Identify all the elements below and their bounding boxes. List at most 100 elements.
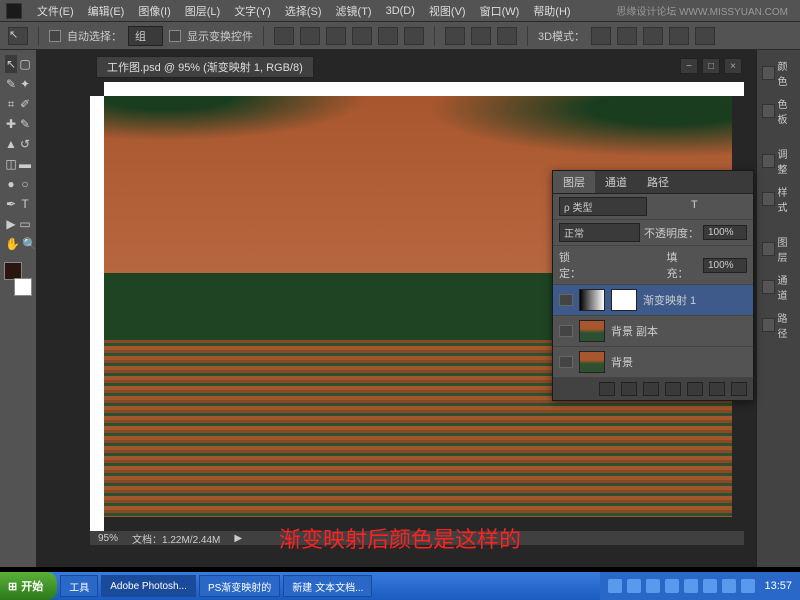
align-icon[interactable]: [378, 27, 398, 45]
visibility-icon[interactable]: [559, 356, 573, 368]
mode3d-icon[interactable]: [617, 27, 637, 45]
panel-color[interactable]: 颜色: [760, 56, 797, 90]
menu-help[interactable]: 帮助(H): [526, 3, 577, 19]
type-tool-icon[interactable]: T: [18, 194, 32, 214]
kind-dropdown[interactable]: ρ 类型: [559, 197, 647, 216]
hand-tool-icon[interactable]: ✋: [4, 234, 21, 254]
layer-row[interactable]: 背景: [553, 347, 753, 378]
maximize-icon[interactable]: □: [702, 58, 720, 74]
group-icon[interactable]: [687, 382, 703, 396]
link-icon[interactable]: [599, 382, 615, 396]
visibility-icon[interactable]: [559, 294, 573, 306]
tab-paths[interactable]: 路径: [637, 171, 679, 193]
menu-image[interactable]: 图像(I): [131, 3, 177, 19]
shape-tool-icon[interactable]: ▭: [18, 214, 32, 234]
menu-type[interactable]: 文字(Y): [227, 3, 278, 19]
filter-adjust-icon[interactable]: [671, 199, 687, 215]
menu-window[interactable]: 窗口(W): [473, 3, 527, 19]
mode3d-icon[interactable]: [643, 27, 663, 45]
wand-tool-icon[interactable]: ✦: [18, 74, 32, 94]
layer-name[interactable]: 背景: [611, 354, 633, 370]
mode3d-icon[interactable]: [591, 27, 611, 45]
panel-layers[interactable]: 图层: [760, 232, 797, 266]
clock[interactable]: 13:57: [760, 580, 792, 592]
pen-tool-icon[interactable]: ✒: [4, 194, 18, 214]
stamp-tool-icon[interactable]: ▲: [4, 134, 18, 154]
panel-swatches[interactable]: 色板: [760, 94, 797, 128]
close-icon[interactable]: ×: [724, 58, 742, 74]
new-layer-icon[interactable]: [709, 382, 725, 396]
lasso-tool-icon[interactable]: ✎: [4, 74, 18, 94]
filter-image-icon[interactable]: [651, 199, 667, 215]
filter-shape-icon[interactable]: [711, 199, 727, 215]
blend-mode-dropdown[interactable]: 正常: [559, 223, 640, 242]
menu-file[interactable]: 文件(E): [30, 3, 81, 19]
opacity-input[interactable]: 100%: [703, 225, 747, 240]
background-color[interactable]: [14, 278, 32, 296]
path-select-icon[interactable]: ▶: [4, 214, 18, 234]
distribute-icon[interactable]: [445, 27, 465, 45]
layer-thumb[interactable]: [579, 320, 605, 342]
tray-icon[interactable]: [665, 579, 679, 593]
menu-view[interactable]: 视图(V): [422, 3, 473, 19]
fx-icon[interactable]: [621, 382, 637, 396]
lock-pixels-icon[interactable]: [613, 258, 627, 272]
layer-thumb[interactable]: [579, 289, 605, 311]
align-icon[interactable]: [300, 27, 320, 45]
menu-select[interactable]: 选择(S): [278, 3, 329, 19]
move-tool-icon[interactable]: ↖: [4, 54, 18, 74]
tab-channels[interactable]: 通道: [595, 171, 637, 193]
distribute-icon[interactable]: [471, 27, 491, 45]
layer-thumb[interactable]: [579, 351, 605, 373]
tray-icon[interactable]: [684, 579, 698, 593]
align-icon[interactable]: [404, 27, 424, 45]
filter-smart-icon[interactable]: [731, 199, 747, 215]
panel-adjust[interactable]: 调整: [760, 144, 797, 178]
distribute-icon[interactable]: [497, 27, 517, 45]
fill-input[interactable]: 100%: [703, 258, 747, 273]
dodge-tool-icon[interactable]: ○: [18, 174, 32, 194]
eraser-tool-icon[interactable]: ◫: [4, 154, 18, 174]
filter-type-icon[interactable]: T: [691, 199, 707, 215]
heal-tool-icon[interactable]: ✚: [4, 114, 18, 134]
gradient-tool-icon[interactable]: ▬: [18, 154, 32, 174]
align-icon[interactable]: [326, 27, 346, 45]
auto-select-dropdown[interactable]: 组: [128, 26, 163, 46]
auto-select-checkbox[interactable]: [49, 30, 61, 42]
menu-edit[interactable]: 编辑(E): [81, 3, 132, 19]
align-icon[interactable]: [352, 27, 372, 45]
lock-position-icon[interactable]: [631, 258, 645, 272]
panel-styles[interactable]: 样式: [760, 182, 797, 216]
align-icon[interactable]: [274, 27, 294, 45]
layer-row[interactable]: 渐变映射 1: [553, 285, 753, 316]
mask-thumb[interactable]: [611, 289, 637, 311]
start-button[interactable]: ⊞ 开始: [0, 572, 57, 600]
visibility-icon[interactable]: [559, 325, 573, 337]
tray-icon[interactable]: [627, 579, 641, 593]
taskbar-item[interactable]: Adobe Photosh...: [101, 575, 196, 597]
menu-3d[interactable]: 3D(D): [379, 5, 422, 17]
show-transform-checkbox[interactable]: [169, 30, 181, 42]
tray-icon[interactable]: [741, 579, 755, 593]
tray-icon[interactable]: [722, 579, 736, 593]
panel-channels[interactable]: 通道: [760, 270, 797, 304]
mask-icon[interactable]: [643, 382, 659, 396]
adjust-icon[interactable]: [665, 382, 681, 396]
panel-paths[interactable]: 路径: [760, 308, 797, 342]
taskbar-item[interactable]: PS渐变映射的: [199, 575, 280, 597]
menu-filter[interactable]: 滤镜(T): [329, 3, 379, 19]
layer-name[interactable]: 背景 副本: [611, 323, 658, 339]
tab-layers[interactable]: 图层: [553, 171, 595, 193]
tray-icon[interactable]: [646, 579, 660, 593]
document-tab[interactable]: 工作图.psd @ 95% (渐变映射 1, RGB/8): [96, 56, 314, 78]
layer-name[interactable]: 渐变映射 1: [643, 292, 696, 308]
tray-icon[interactable]: [608, 579, 622, 593]
crop-tool-icon[interactable]: ⌗: [4, 94, 18, 114]
blur-tool-icon[interactable]: ●: [4, 174, 18, 194]
tray-icon[interactable]: [703, 579, 717, 593]
trash-icon[interactable]: [731, 382, 747, 396]
history-brush-icon[interactable]: ↺: [18, 134, 32, 154]
taskbar-item[interactable]: 工具: [60, 575, 98, 597]
lock-transparent-icon[interactable]: [595, 258, 609, 272]
lock-all-icon[interactable]: [649, 258, 663, 272]
